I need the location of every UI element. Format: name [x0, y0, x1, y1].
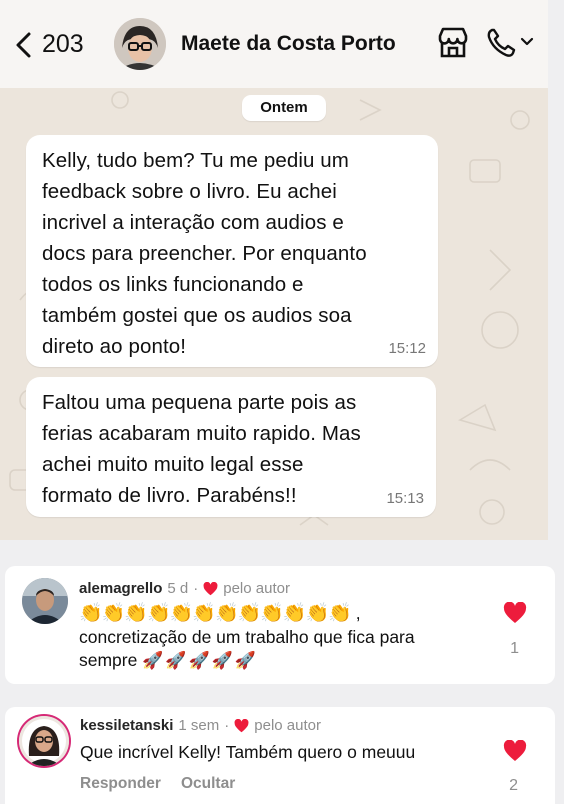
message-text: Kelly, tudo bem? Tu me pediu um feedback…	[42, 149, 367, 358]
avatar[interactable]	[22, 578, 68, 624]
comment-meta: kessiletanski 1 sem · pelo autor	[80, 717, 321, 734]
comment-punctuation: ,	[350, 603, 361, 623]
comment: kessiletanski 1 sem · pelo autor Que inc…	[5, 707, 555, 804]
heart-icon	[234, 718, 249, 732]
hide-button[interactable]: Ocultar	[181, 775, 235, 793]
comment-age: 5 d	[167, 580, 189, 597]
heart-icon	[203, 581, 218, 595]
comment-text: 👏👏👏👏👏👏👏👏👏👏👏👏 , concretização de um traba…	[79, 602, 479, 672]
chevron-down-icon	[520, 37, 534, 46]
meta-separator: ·	[224, 717, 230, 734]
comment-actions: Responder Ocultar	[80, 775, 235, 793]
like-heart-icon[interactable]	[503, 602, 527, 624]
comment-username[interactable]: kessiletanski	[80, 717, 173, 734]
meta-separator: ·	[193, 580, 199, 597]
message-text: Faltou uma pequena parte pois as ferias …	[42, 391, 361, 507]
comment-username[interactable]: alemagrello	[79, 580, 162, 597]
unread-count: 203	[42, 30, 84, 58]
phone-icon[interactable]	[486, 27, 538, 59]
contact-avatar[interactable]	[114, 18, 166, 70]
comment-meta: alemagrello 5 d · pelo autor	[79, 580, 290, 597]
author-liked-label: pelo autor	[223, 580, 290, 597]
reply-button[interactable]: Responder	[80, 775, 161, 793]
message-time: 15:12	[388, 340, 426, 357]
back-button[interactable]: 203	[14, 30, 84, 59]
store-icon[interactable]	[436, 26, 470, 60]
comment-age: 1 sem	[178, 717, 220, 734]
like-count: 1	[510, 640, 519, 657]
comment-text: Que incrível Kelly! Também quero o meuuu	[80, 742, 416, 762]
like-count: 2	[509, 777, 518, 794]
chat-screenshot: 203 Maete da Costa Porto Ontem Kelly, tu…	[0, 0, 548, 540]
chat-header: 203 Maete da Costa Porto	[0, 0, 548, 88]
message-bubble[interactable]: Kelly, tudo bem? Tu me pediu um feedback…	[26, 135, 438, 367]
date-separator: Ontem	[242, 95, 326, 121]
like-heart-icon[interactable]	[503, 740, 527, 762]
message-time: 15:13	[386, 490, 424, 507]
clap-emojis: 👏👏👏👏👏👏👏👏👏👏👏👏	[79, 603, 352, 624]
message-bubble[interactable]: Faltou uma pequena parte pois as ferias …	[26, 377, 436, 517]
avatar[interactable]	[19, 716, 69, 766]
comment-line: sempre	[79, 650, 143, 670]
comment: alemagrello 5 d · pelo autor 👏👏👏👏👏👏👏👏👏👏👏…	[5, 566, 555, 684]
chevron-left-icon	[16, 32, 31, 57]
author-liked-label: pelo autor	[254, 717, 321, 734]
comment-line: concretização de um trabalho que fica pa…	[79, 627, 415, 647]
contact-name[interactable]: Maete da Costa Porto	[181, 32, 396, 56]
rocket-emojis: 🚀🚀🚀🚀🚀	[142, 651, 259, 670]
